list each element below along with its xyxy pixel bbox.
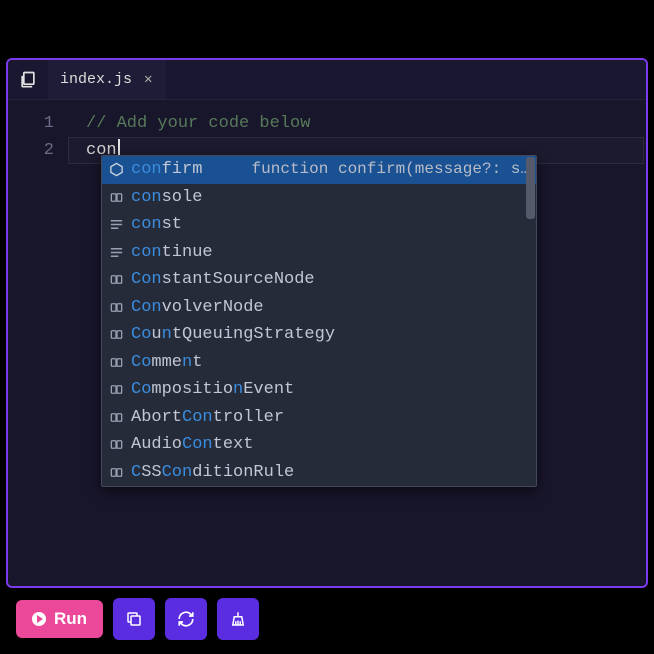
bottom-toolbar: Run (6, 594, 648, 644)
files-icon[interactable] (8, 60, 48, 100)
var-icon (108, 409, 125, 426)
autocomplete-label: confirm (131, 156, 202, 183)
autocomplete-label: CompositionEvent (131, 376, 294, 403)
autocomplete-item[interactable]: console (102, 184, 536, 212)
line-number: 2 (8, 137, 68, 164)
autocomplete-label: AbortController (131, 404, 284, 431)
kw-icon (108, 216, 125, 233)
autocomplete-item[interactable]: continue (102, 239, 536, 267)
play-icon (32, 612, 46, 626)
kw-icon (108, 244, 125, 261)
var-icon (108, 299, 125, 316)
refresh-button[interactable] (165, 598, 207, 640)
autocomplete-item[interactable]: AudioContext (102, 431, 536, 459)
copy-icon (125, 610, 143, 628)
var-icon (108, 464, 125, 481)
editor-body: 1 2 // Add your code below con confirmfu… (8, 100, 646, 586)
autocomplete-label: console (131, 184, 202, 211)
func-icon (108, 161, 125, 178)
autocomplete-item[interactable]: AbortController (102, 404, 536, 432)
autocomplete-label: CountQueuingStrategy (131, 321, 335, 348)
autocomplete-label: Comment (131, 349, 202, 376)
var-icon (108, 354, 125, 371)
autocomplete-label: const (131, 211, 182, 238)
autocomplete-label: ConstantSourceNode (131, 266, 315, 293)
scrollbar-thumb[interactable] (526, 157, 535, 219)
var-icon (108, 381, 125, 398)
code-area[interactable]: // Add your code below con confirmfuncti… (68, 100, 646, 586)
autocomplete-label: CSSConditionRule (131, 459, 294, 486)
tab-filename: index.js (60, 71, 132, 88)
code-comment: // Add your code below (86, 114, 310, 133)
var-icon (108, 271, 125, 288)
refresh-icon (177, 610, 195, 628)
autocomplete-popup[interactable]: confirmfunction confirm(message?: s…cons… (101, 155, 537, 487)
file-tab[interactable]: index.js ✕ (48, 60, 166, 99)
autocomplete-item[interactable]: Comment (102, 349, 536, 377)
editor-window: index.js ✕ 1 2 // Add your code below co… (6, 58, 648, 588)
var-icon (108, 326, 125, 343)
autocomplete-label: ConvolverNode (131, 294, 264, 321)
autocomplete-item[interactable]: CSSConditionRule (102, 459, 536, 487)
line-number: 1 (8, 110, 68, 137)
autocomplete-label: AudioContext (131, 431, 253, 458)
autocomplete-hint: function confirm(message?: s… (208, 156, 530, 183)
copy-button[interactable] (113, 598, 155, 640)
run-label: Run (54, 609, 87, 629)
autocomplete-item[interactable]: CountQueuingStrategy (102, 321, 536, 349)
broom-icon (229, 610, 247, 628)
run-button[interactable]: Run (16, 600, 103, 638)
var-icon (108, 436, 125, 453)
autocomplete-item[interactable]: ConstantSourceNode (102, 266, 536, 294)
autocomplete-item[interactable]: ConvolverNode (102, 294, 536, 322)
line-gutter: 1 2 (8, 100, 68, 586)
autocomplete-item[interactable]: confirmfunction confirm(message?: s… (102, 156, 536, 184)
autocomplete-item[interactable]: const (102, 211, 536, 239)
autocomplete-label: continue (131, 239, 213, 266)
autocomplete-item[interactable]: CompositionEvent (102, 376, 536, 404)
var-icon (108, 189, 125, 206)
tab-bar: index.js ✕ (8, 60, 646, 100)
cleanup-button[interactable] (217, 598, 259, 640)
close-tab-icon[interactable]: ✕ (140, 69, 156, 90)
